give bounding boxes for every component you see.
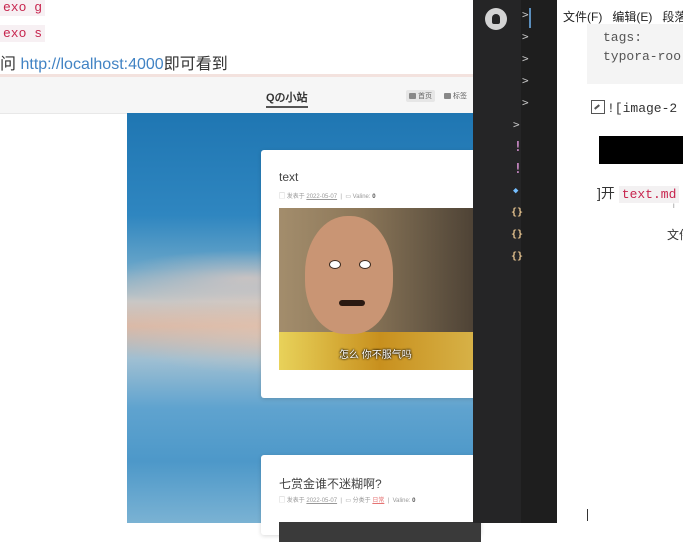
nav-tags[interactable]: 标签 [444,91,467,101]
post-cover-image[interactable]: 怎么 你不服气吗 [279,208,481,370]
image-placeholder [599,136,683,164]
inline-code-filename: text.md [618,186,680,203]
doc-visit-line: 问 http://localhost:4000即可看到 [0,50,228,74]
tree-chevron-icon[interactable]: > [513,118,520,131]
comments-label: Valine: [392,498,411,504]
comments-label: Valine: [352,194,371,200]
menu-paragraph[interactable]: 段落 [662,10,683,24]
face [305,216,393,334]
json-file-icon[interactable]: {} [511,229,523,240]
blog-logo[interactable]: Qの小站 [266,89,308,108]
yaml-tags: tags: [603,30,643,45]
typora-editor-pane: 文件(F) 编辑(E) 段落 tags: typora-roo ![image-2 … [557,0,683,523]
file-text: 文件 [667,228,683,242]
post-category[interactable]: 日常 [372,498,384,504]
code-editor-pane: > > > > > > ! ! ◆ {} {} {} [473,0,557,523]
localhost-link[interactable]: http://localhost:4000 [20,56,163,73]
tree-chevron-icon[interactable]: > [522,8,529,21]
text-cursor [587,509,588,521]
nav-home-label: 首页 [418,93,432,100]
tag-icon [444,93,451,99]
post-meta: ▢ 发表于 2022-05-07 | ▭ Valine: 0 [279,194,376,200]
comments-count: 0 [412,498,416,504]
file-explorer-tree: > > > > > > ! ! ◆ {} {} {} [511,0,557,523]
tree-chevron-icon[interactable]: > [522,52,529,65]
code-hexo-generate: exo g [0,0,46,20]
post-date[interactable]: 2022-05-07 [306,194,337,200]
home-icon [409,93,416,99]
code-hexo-server: exo s [0,25,46,46]
tree-indent-guide [529,8,531,28]
menu-file[interactable]: 文件(F) [563,10,602,24]
calendar-icon: ▢ [279,194,286,200]
nav-tags-label: 标签 [453,93,467,100]
json-file-icon[interactable]: {} [511,251,523,262]
nav-home[interactable]: 首页 [406,90,435,102]
post-date[interactable]: 2022-05-07 [306,498,337,504]
warning-file-icon[interactable]: ! [514,140,522,155]
post-meta-prefix: 发表于 [286,498,305,504]
open-prefix: ]开 [597,185,615,201]
doc-visit-prefix: 问 [0,56,17,73]
post-cover-image[interactable] [279,522,481,542]
json-file-icon[interactable]: {} [511,207,523,218]
warning-file-icon[interactable]: ! [514,162,522,177]
open-file-line: ]开 text.md [597,183,680,203]
folder-icon: ▭ [345,498,351,504]
image-markdown-text: ![image-2 [607,101,678,116]
post-meta: ▢ 发表于 2022-05-07 | ▭ 分类于 日常 | Valine: 0 [279,498,416,504]
tree-chevron-icon[interactable]: > [522,74,529,87]
comments-count: 0 [372,194,376,200]
yaml-typora-root: typora-roo [603,49,682,64]
post-title[interactable]: 七赏金谁不迷糊啊? [279,475,382,492]
markdown-document: exo g exo s 问 http://localhost:4000即可看到 [0,0,473,74]
calendar-icon: ▢ [279,498,286,504]
tiny-mark: I [673,204,675,210]
tree-chevron-icon[interactable]: > [522,30,529,43]
post-card-reward[interactable]: 七赏金谁不迷糊啊? ▢ 发表于 2022-05-07 | ▭ 分类于 日常 | … [261,455,481,542]
image-markdown-line[interactable]: ![image-2 [591,100,677,116]
blog-header: Qの小站 首页 标签 [0,77,473,114]
doc-visit-suffix: 即可看到 [163,56,228,73]
post-meta-prefix: 发表于 [286,194,305,200]
broken-image-icon [591,100,605,114]
tree-chevron-icon[interactable]: > [522,96,529,109]
git-file-icon[interactable]: ◆ [513,186,518,196]
comment-icon: ▭ [345,194,351,200]
post-card-text[interactable]: text ▢ 发表于 2022-05-07 | ▭ Valine: 0 怎么 你… [261,150,481,398]
post-title[interactable]: text [279,170,298,184]
category-prefix: 分类于 [352,498,371,504]
menu-edit[interactable]: 编辑(E) [612,10,652,24]
image-subtitle: 怎么 你不服气吗 [339,350,412,361]
github-icon[interactable] [485,8,507,30]
